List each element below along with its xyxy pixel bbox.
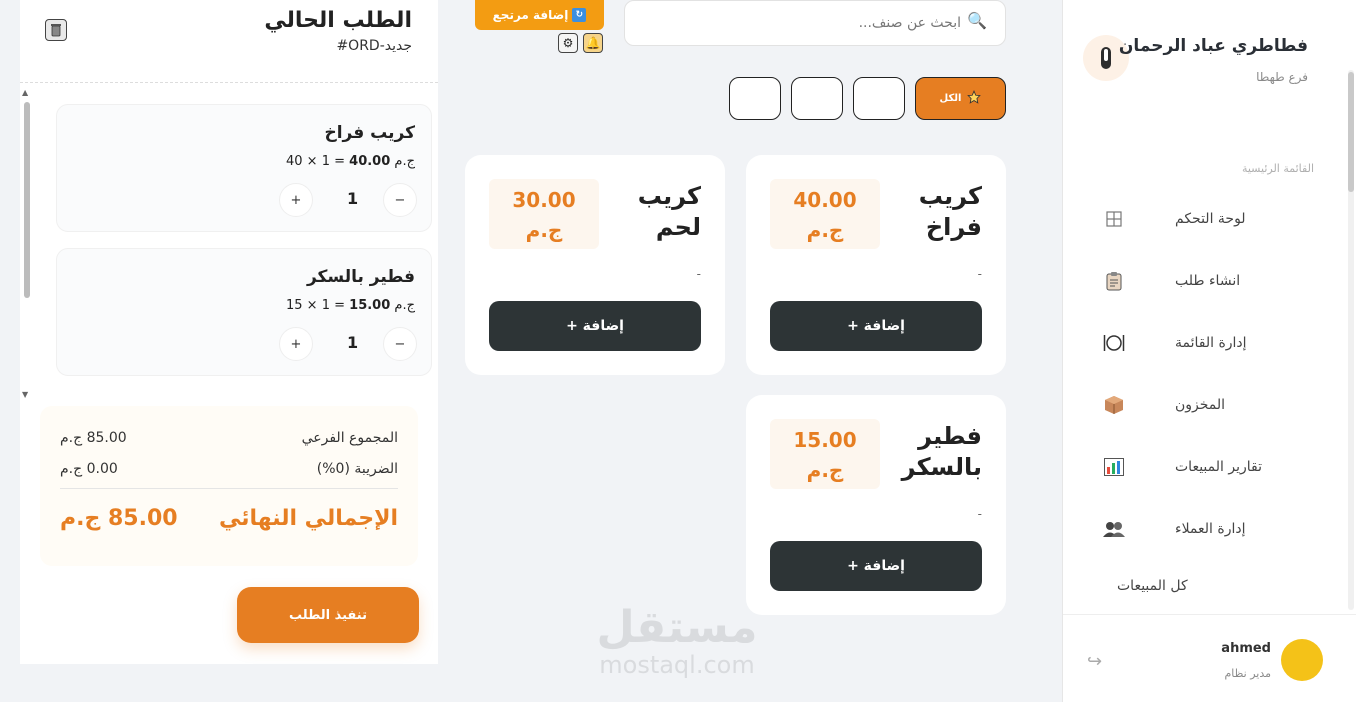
cart-item-calc: 40 × 1 = 40.00 ج.م <box>285 154 415 169</box>
increase-qty-button[interactable]: + <box>279 327 313 361</box>
product-name: كريب فراخ <box>918 182 982 241</box>
watermark-latin: mostaql.com <box>599 651 755 679</box>
logout-icon[interactable]: ↪ <box>1087 651 1102 672</box>
subtotal-value: 85.00 ج.م <box>60 430 127 446</box>
cart-item: فطير بالسكر 15 × 1 = 15.00 ج.م − 1 + <box>56 248 432 376</box>
sidebar-item-label: المخزون <box>1175 397 1226 413</box>
scrollbar-thumb[interactable] <box>1348 72 1354 192</box>
product-name: فطير بالسكر <box>901 422 982 481</box>
order-summary: المجموع الفرعي 85.00 ج.م الضريبة (0%) 0.… <box>40 406 418 566</box>
cart-item-name: كريب فراخ <box>324 123 415 143</box>
box-icon <box>1103 394 1125 416</box>
search-box: 🔍 <box>624 0 1006 46</box>
cart-item: كريب فراخ 40 × 1 = 40.00 ج.م − 1 + <box>56 104 432 232</box>
order-number: #ORD-جديد <box>336 38 412 54</box>
cart-item-name: فطير بالسكر <box>306 267 415 287</box>
category-button[interactable] <box>729 77 781 120</box>
subtotal-label: المجموع الفرعي <box>301 430 398 446</box>
scroll-down-icon[interactable]: ▼ <box>22 390 28 399</box>
tax-value: 0.00 ج.م <box>60 461 118 477</box>
add-to-order-button[interactable]: إضافة + <box>489 301 701 351</box>
users-icon <box>1103 518 1125 540</box>
search-icon: 🔍 <box>967 11 987 30</box>
product-description: - <box>977 507 982 521</box>
product-name: كريب لحم <box>637 182 701 241</box>
increase-qty-button[interactable]: + <box>279 183 313 217</box>
sidebar-item-label: تقارير المبيعات <box>1175 459 1262 475</box>
add-to-order-button[interactable]: إضافة + <box>770 541 982 591</box>
product-card: كريب لحم 30.00 ج.م - إضافة + <box>465 155 725 375</box>
order-title: الطلب الحالي <box>264 8 412 33</box>
product-price: 15.00 ج.م <box>770 419 880 489</box>
trash-icon <box>51 24 61 37</box>
add-return-button[interactable]: ↻ إضافة مرتجع <box>475 0 604 30</box>
category-all-button[interactable]: الكل <box>915 77 1006 120</box>
sidebar-item-inventory[interactable]: المخزون <box>1099 383 1331 427</box>
scroll-up-icon[interactable]: ▲ <box>22 88 28 97</box>
brand: فطاطري عباد الرحمان فرع طهطا <box>1119 36 1308 84</box>
sidebar-item-all-sales[interactable]: كل المبيعات <box>1117 578 1188 594</box>
category-button[interactable] <box>853 77 905 120</box>
total-value: 85.00 ج.م <box>60 506 178 531</box>
cart-item-qty: 1 <box>347 333 359 352</box>
avatar[interactable] <box>1281 639 1323 681</box>
sidebar-item-label: إدارة العملاء <box>1175 521 1246 537</box>
product-card: كريب فراخ 40.00 ج.م - إضافة + <box>746 155 1006 375</box>
category-label: الكل <box>939 93 962 104</box>
chart-icon <box>1103 456 1125 478</box>
user-name: ahmed <box>1221 641 1271 656</box>
total-label: الإجمالي النهائي <box>218 506 398 531</box>
tax-label: الضريبة (0%) <box>316 461 398 477</box>
sidebar-item-create-order[interactable]: انشاء طلب <box>1099 259 1331 303</box>
product-price: 40.00 ج.م <box>770 179 880 249</box>
sidebar: فطاطري عباد الرحمان فرع طهطا القائمة الر… <box>1062 0 1356 702</box>
add-return-label: إضافة مرتجع <box>492 8 569 22</box>
cart-item-calc: 15 × 1 = 15.00 ج.م <box>285 298 415 313</box>
decrease-qty-button[interactable]: − <box>383 327 417 361</box>
divider <box>60 488 398 489</box>
sidebar-item-label: إدارة القائمة <box>1175 335 1247 351</box>
user-role: مدير نظام <box>1224 667 1271 680</box>
product-description: - <box>696 267 701 281</box>
sidebar-item-label: انشاء طلب <box>1175 273 1241 289</box>
menu-section-title: القائمة الرئيسية <box>1241 162 1314 175</box>
watermark-arabic: مستقل <box>596 602 758 653</box>
utensils-icon <box>1101 47 1111 69</box>
checkout-button[interactable]: تنفيذ الطلب <box>237 587 419 643</box>
divider <box>20 82 438 83</box>
settings-icon[interactable]: ⚙ <box>558 33 578 53</box>
product-card: فطير بالسكر 15.00 ج.م - إضافة + <box>746 395 1006 615</box>
search-input[interactable] <box>661 11 961 35</box>
category-button[interactable] <box>791 77 843 120</box>
refresh-icon: ↻ <box>572 8 587 22</box>
plate-icon <box>1103 332 1125 354</box>
sidebar-item-dashboard[interactable]: لوحة التحكم <box>1099 197 1331 241</box>
watermark: مستقل mostaql.com <box>592 602 762 679</box>
star-icon <box>967 90 982 107</box>
user-panel: ahmed مدير نظام ↪ <box>1063 614 1356 702</box>
sidebar-scrollbar[interactable] <box>1344 60 1356 620</box>
branch-name: فرع طهطا <box>1256 70 1308 84</box>
product-price: 30.00 ج.م <box>489 179 599 249</box>
sidebar-item-label: لوحة التحكم <box>1175 211 1246 227</box>
add-to-order-button[interactable]: إضافة + <box>770 301 982 351</box>
decrease-qty-button[interactable]: − <box>383 183 417 217</box>
order-list-scrollbar[interactable]: ▲ ▼ <box>22 88 32 400</box>
clipboard-icon <box>1103 270 1125 292</box>
current-order-panel: الطلب الحالي #ORD-جديد ▲ ▼ كريب فراخ 40 … <box>20 0 438 664</box>
sidebar-item-sales-reports[interactable]: تقارير المبيعات <box>1099 445 1331 489</box>
cart-item-qty: 1 <box>347 189 359 208</box>
sidebar-item-customers[interactable]: إدارة العملاء <box>1099 507 1331 551</box>
brand-name: فطاطري عباد الرحمان <box>1118 36 1308 56</box>
clear-order-button[interactable] <box>45 19 67 41</box>
sidebar-item-menu[interactable]: إدارة القائمة <box>1099 321 1331 365</box>
product-description: - <box>977 267 982 281</box>
bell-icon[interactable]: 🔔 <box>583 33 603 53</box>
grid-icon <box>1103 208 1125 230</box>
scrollbar-thumb[interactable] <box>24 102 30 298</box>
